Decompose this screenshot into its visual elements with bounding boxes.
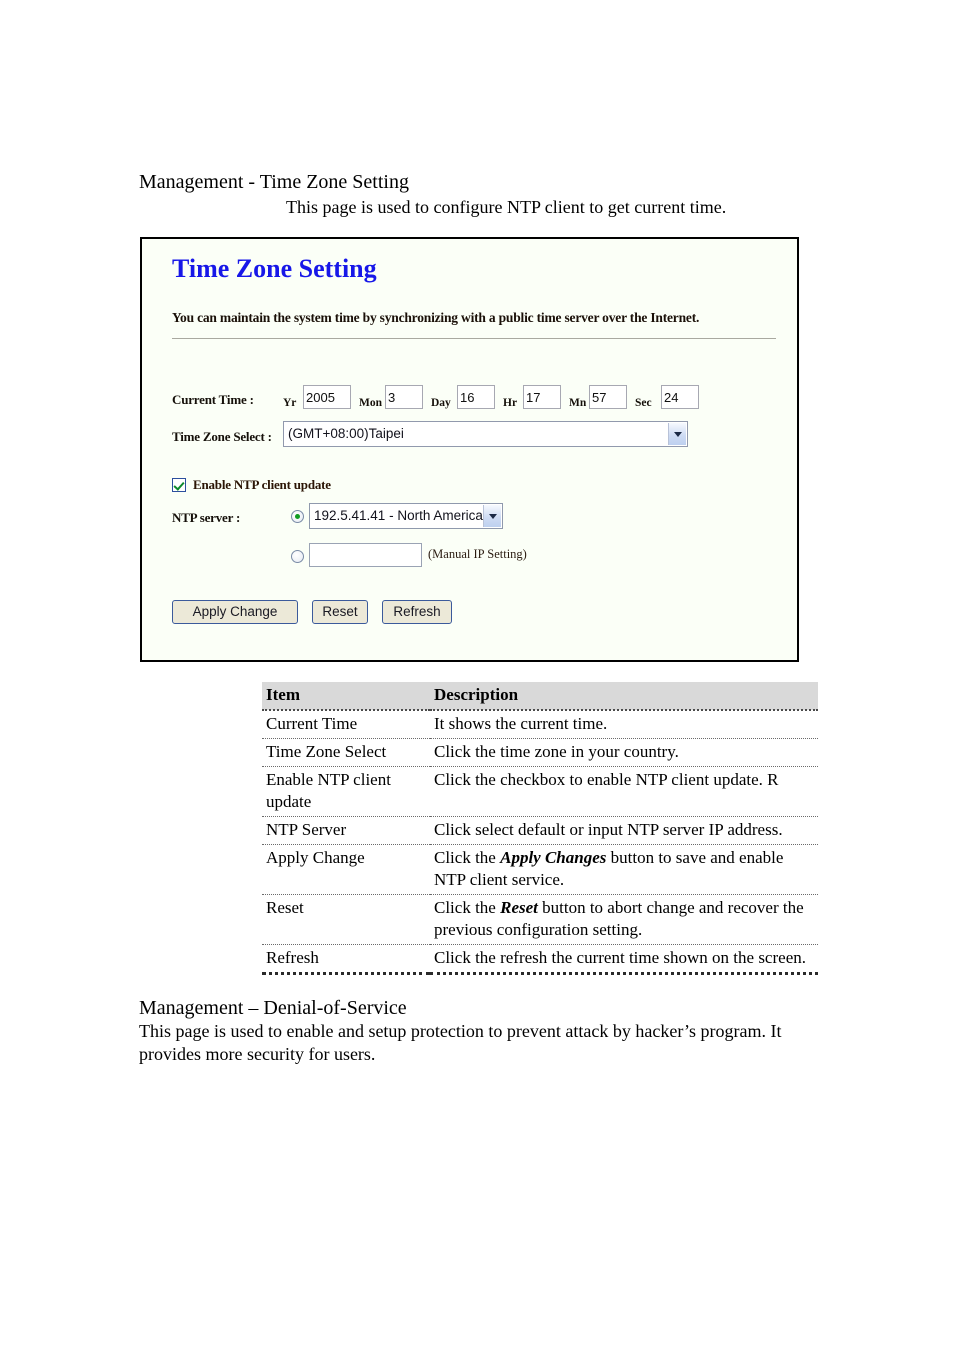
chevron-down-icon[interactable] [483,505,501,527]
table-row: Reset Click the Reset button to abort cha… [262,894,818,945]
current-time-prefix-mon: Mon [359,397,382,409]
ntp-server-select-dropdown[interactable]: 192.5.41.41 - North America [309,503,503,529]
router-page-title: Time Zone Setting [172,254,377,283]
current-time-input-hr[interactable] [523,385,561,409]
table-cell-description: Click the Apply Changes button to save a… [430,844,818,895]
time-zone-select-label: Time Zone Select : [172,429,272,444]
current-time-prefix-day: Day [431,397,451,409]
current-time-input-mon[interactable] [385,385,423,409]
table-row: Enable NTP client update Click the checkb… [262,766,818,817]
reset-button[interactable]: Reset [312,600,368,624]
table-cell-description: Click the refresh the current time shown… [430,944,818,975]
table-row: Current Time It shows the current time. [262,710,818,739]
chevron-down-icon[interactable] [668,423,686,445]
router-page-description: You can maintain the system time by sync… [172,310,700,325]
manual-ip-input[interactable] [309,543,422,567]
ntp-server-label: NTP server : [172,510,241,525]
description-table: Item Description Current Time It shows th… [262,682,818,975]
table-cell-description: Click the checkbox to enable NTP client … [430,766,818,817]
current-time-label: Current Time : [172,392,254,407]
table-cell-description: It shows the current time. [430,710,818,739]
ntp-server-manual-radio[interactable] [291,550,304,563]
table-row: NTP Server Click select default or input … [262,816,818,845]
current-time-prefix-mn: Mn [569,397,587,409]
page-intro-time-zone-setting: This page is used to configure NTP clien… [286,197,727,217]
table-cell-description: Click the Reset button to abort change a… [430,894,818,945]
table-cell-item: Reset [262,894,430,945]
horizontal-divider [172,338,776,339]
table-cell-item: NTP Server [262,816,430,845]
enable-ntp-label: Enable NTP client update [193,477,331,492]
table-cell-description: Click the time zone in your country. [430,738,818,767]
table-cell-item: Current Time [262,710,430,739]
router-config-screenshot: Time Zone Setting You can maintain the s… [140,237,799,662]
time-zone-select-dropdown[interactable]: (GMT+08:00)Taipei [283,421,688,447]
apply-change-button[interactable]: Apply Change [172,600,298,624]
ntp-server-default-radio[interactable] [291,510,304,523]
table-row: Time Zone Select Click the time zone in y… [262,738,818,767]
table-cell-description: Click select default or input NTP server… [430,816,818,845]
current-time-input-yr[interactable] [303,385,351,409]
manual-ip-note: (Manual IP Setting) [428,547,527,561]
table-row: Apply Change Click the Apply Changes butt… [262,844,818,895]
enable-ntp-client-update-row[interactable]: Enable NTP client update [172,477,331,493]
current-time-input-sec[interactable] [661,385,699,409]
current-time-input-day[interactable] [457,385,495,409]
table-cell-item: Refresh [262,944,430,975]
current-time-prefix-hr: Hr [503,397,518,409]
page-title-time-zone-setting: Management - Time Zone Setting [139,171,409,193]
page-title-denial-of-service: Management – Denial-of-Service [139,997,407,1019]
table-header-item: Item [262,682,430,711]
current-time-prefix-sec: Sec [635,397,652,409]
current-time-input-mn[interactable] [589,385,627,409]
table-row: Refresh Click the refresh the current tim… [262,944,818,975]
current-time-prefix-yr: Yr [283,397,297,409]
table-cell-item: Apply Change [262,844,430,895]
page-intro-denial-of-service: This page is used to enable and setup pr… [139,1021,782,1064]
ntp-server-selected-value: 192.5.41.41 - North America [314,508,483,523]
table-cell-item: Time Zone Select [262,738,430,767]
enable-ntp-checkbox[interactable] [172,478,186,492]
table-header-description: Description [430,682,818,711]
refresh-button[interactable]: Refresh [382,600,452,624]
table-header-row: Item Description [262,682,818,711]
time-zone-selected-value: (GMT+08:00)Taipei [288,426,404,441]
table-cell-item: Enable NTP client update [262,766,430,817]
table-body: Current Time It shows the current time. Ti… [262,710,818,975]
